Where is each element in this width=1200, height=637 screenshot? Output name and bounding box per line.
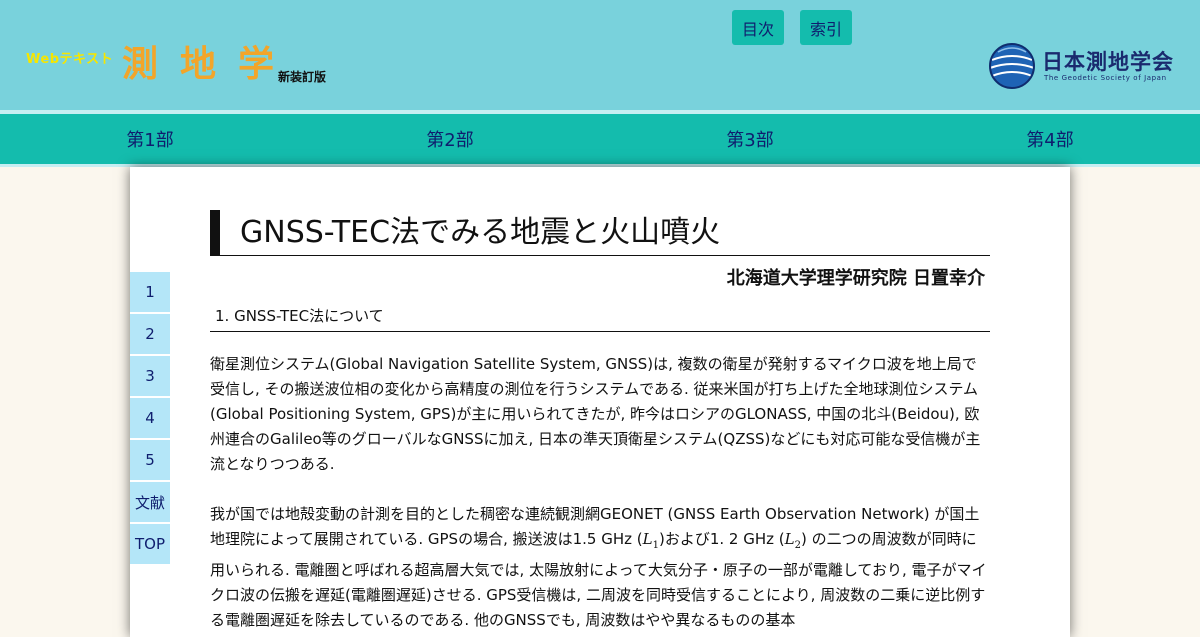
title-accent-bar — [210, 210, 220, 255]
society-name: 日本測地学会 — [1042, 50, 1174, 74]
paragraph-2: 我が国では地殻変動の計測を目的とした稠密な連続観測網GEONET (GNSS E… — [210, 502, 990, 633]
logo-main: 測地学 — [122, 44, 297, 85]
side-link-5[interactable]: 5 — [130, 440, 170, 480]
index-button[interactable]: 索引 — [800, 10, 852, 45]
part-nav: 第1部 第2部 第3部 第4部 — [0, 114, 1200, 164]
globe-icon — [989, 43, 1035, 89]
side-link-references[interactable]: 文献 — [130, 482, 170, 522]
paragraph-1: 衛星測位システム(Global Navigation Satellite Sys… — [210, 355, 981, 473]
nav-part-3[interactable]: 第3部 — [600, 114, 900, 164]
nav-part-4[interactable]: 第4部 — [900, 114, 1200, 164]
symbol-l2: L2 — [784, 530, 801, 551]
side-link-2[interactable]: 2 — [130, 314, 170, 354]
nav-part-2[interactable]: 第2部 — [300, 114, 600, 164]
society-name-en: The Geodetic Society of Japan — [1044, 74, 1167, 82]
logo-edition: 新装訂版 — [278, 70, 327, 84]
article-author: 北海道大学理学研究院 日置幸介 — [726, 268, 985, 289]
nav-part-1[interactable]: 第1部 — [0, 114, 300, 164]
article-title-block: GNSS-TEC法でみる地震と火山噴火 — [210, 210, 990, 256]
side-link-1[interactable]: 1 — [130, 272, 170, 312]
article-content: GNSS-TEC法でみる地震と火山噴火 北海道大学理学研究院 日置幸介 1. G… — [210, 210, 990, 633]
section-sidebar: 1 2 3 4 5 文献 TOP — [130, 272, 170, 566]
side-link-top[interactable]: TOP — [130, 524, 170, 564]
section-heading: 1. GNSS-TEC法について — [210, 304, 990, 332]
side-link-3[interactable]: 3 — [130, 356, 170, 396]
symbol-l1: L1 — [642, 530, 659, 551]
toc-button[interactable]: 目次 — [732, 10, 784, 45]
side-link-4[interactable]: 4 — [130, 398, 170, 438]
article-title: GNSS-TEC法でみる地震と火山噴火 — [240, 215, 721, 250]
paragraph-2-part-b: )および1. 2 GHz ( — [658, 530, 785, 548]
logo-prefix: Webテキスト — [26, 52, 114, 67]
site-header: Webテキスト 測地学 新装訂版 目次 索引 日本測地学会 The Geodet… — [0, 0, 1200, 110]
